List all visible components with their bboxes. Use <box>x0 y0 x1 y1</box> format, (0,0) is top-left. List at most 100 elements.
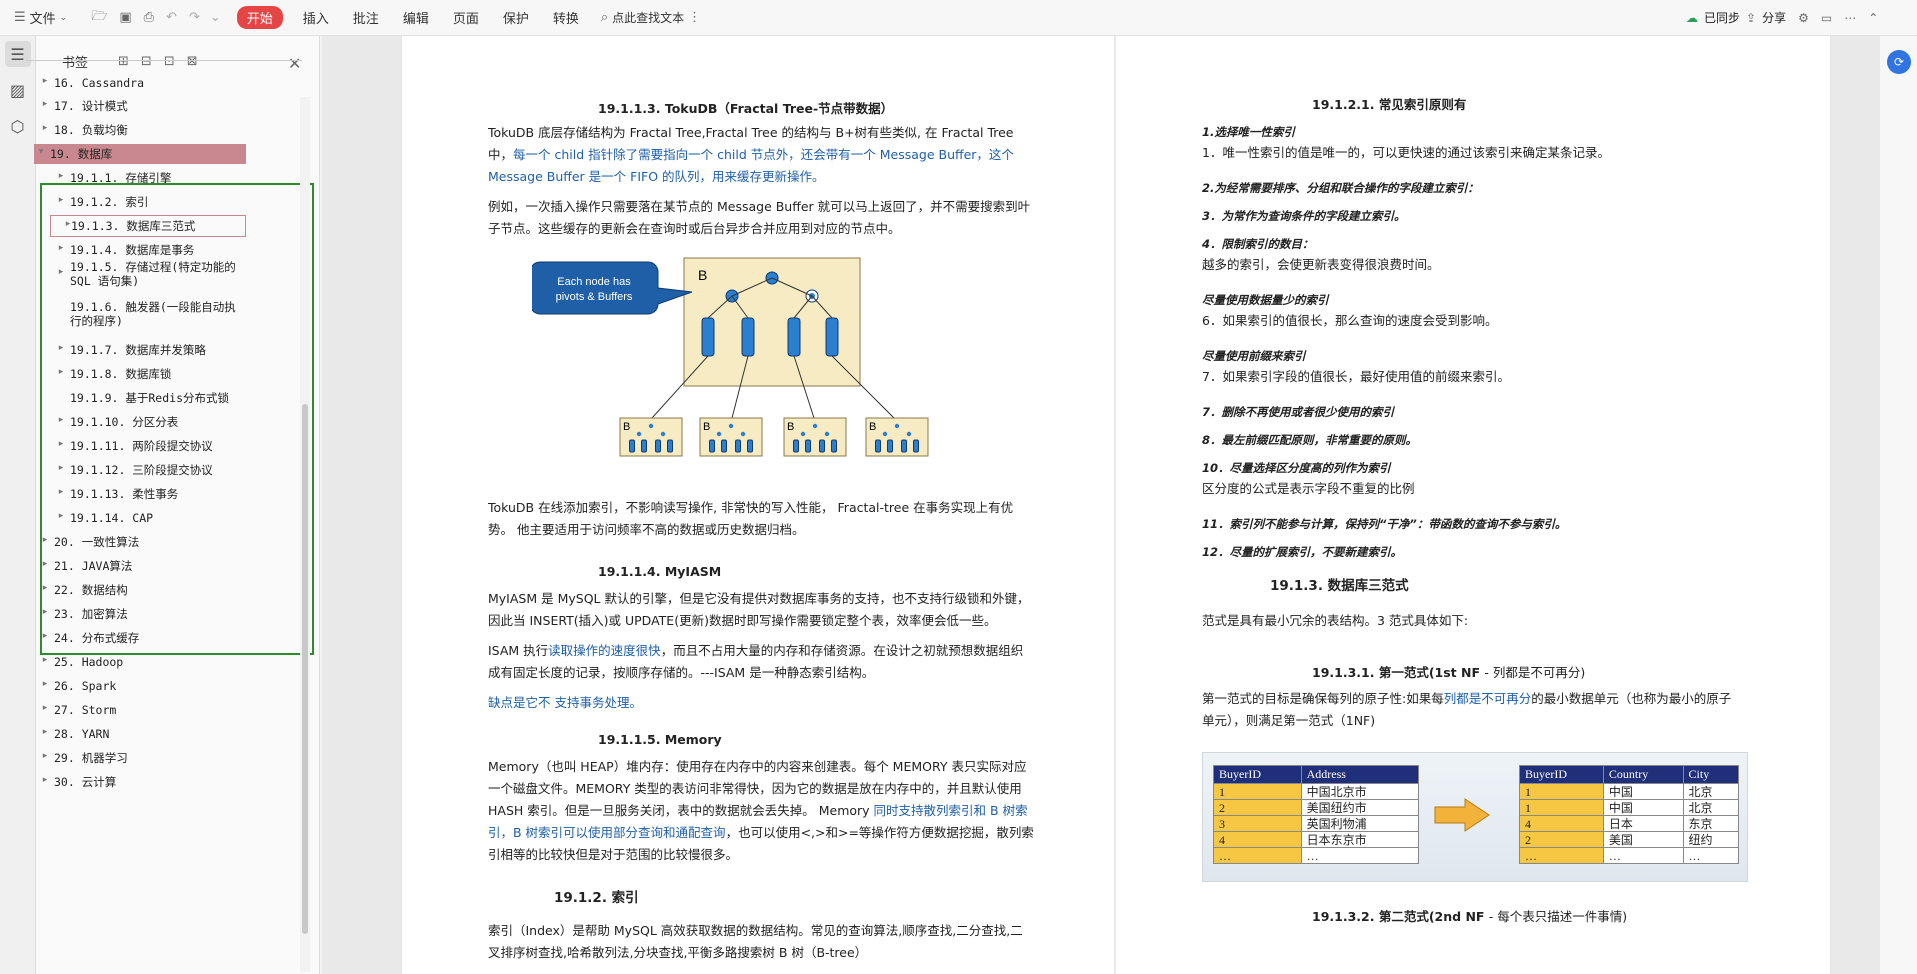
hamburger-icon: ☰ <box>14 10 26 25</box>
figure-B-label: B <box>698 267 707 283</box>
open-folder-icon[interactable]: 🗁 <box>91 7 107 29</box>
table-cell: 1 <box>1519 799 1604 816</box>
expand-arrow-icon[interactable]: ▸ <box>40 655 50 665</box>
leaf-pivot <box>894 423 900 429</box>
bookmark-item[interactable]: ▸ 30. 云计算 <box>26 772 272 801</box>
heading-1nf-sub: - 列都是不可再分) <box>1484 665 1586 680</box>
tab-start[interactable]: 开始 <box>236 6 283 29</box>
para-1nf-2: 单元），则满足第一范式（1NF) <box>1202 713 1376 728</box>
table-cell: 美国纽约市 <box>1300 799 1420 816</box>
leaf-buffer <box>875 439 881 453</box>
rule-4: 4．限制索引的数目： <box>1202 237 1314 251</box>
tab-protect[interactable]: 保护 <box>503 8 529 27</box>
more-icon[interactable]: ⌄ <box>210 10 221 25</box>
more-icon[interactable]: ⋯ <box>1844 11 1856 25</box>
print-icon[interactable]: ⎙ <box>144 10 154 25</box>
file-menu-label: 文件 <box>29 12 56 27</box>
table-header-cell: Address <box>1300 765 1420 784</box>
para-index-1: 索引（Index）是帮助 MySQL 高效获取数据的数据结构。常见的查询算法,顺… <box>488 923 1023 938</box>
heading-normal-forms: 19.1.3. 数据库三范式 <box>1270 578 1409 594</box>
comment-icon[interactable]: ▭ <box>1821 11 1832 25</box>
table-cell: 北京 <box>1682 799 1740 816</box>
heading-1nf: 19.1.3.1. 第一范式(1st NF - 列都是不可再分) <box>1312 662 1585 683</box>
rule-6: 尽量使用前缀来索引 <box>1202 349 1306 363</box>
para-highlight: 每一个 child 指针除了需要指向一个 child 节点外，还会带有一个 Me… <box>513 147 1014 162</box>
table-cell: 纽约 <box>1682 831 1740 848</box>
file-menu[interactable]: ☰ 文件 ⌄ <box>14 8 67 27</box>
1nf-figure: BuyerID Address 1 中国北京市 2 美国纽约市 3 英国利物浦 4 日本东京市……… <box>1202 752 1748 882</box>
expand-arrow-icon[interactable]: ▸ <box>40 727 50 737</box>
bookmark-label: 25. Hadoop <box>54 655 124 669</box>
tab-comment[interactable]: 批注 <box>353 8 379 27</box>
para-text: 的最小数据单元（也称为最小的原子 <box>1531 691 1732 706</box>
expand-arrow-icon[interactable]: ▸ <box>40 76 50 86</box>
leaf-pivot <box>728 423 734 429</box>
table-before: BuyerID Address 1 中国北京市 2 美国纽约市 3 英国利物浦 4 日本东京市…… <box>1213 765 1420 864</box>
panel-scrollbar-thumb[interactable] <box>302 404 308 934</box>
rule-12: 12．尽量的扩展索引，不要新建索引。 <box>1202 545 1403 559</box>
table-cell: 日本东京市 <box>1300 831 1420 848</box>
expand-arrow-icon[interactable]: ▸ <box>40 775 50 785</box>
arrow-right-icon <box>1434 798 1490 832</box>
table-cell: 东京 <box>1682 815 1740 832</box>
rule-5: 尽量使用数据量少的索引 <box>1202 293 1329 307</box>
para-memory-4: 引，B 树索引可以使用部分查询和通配查询，也可以使用<,>和>=等操作符方便数据… <box>488 822 1034 843</box>
save-icon[interactable]: ▣ <box>119 10 131 25</box>
leaf-buffer <box>887 439 893 453</box>
rule-6-text: 7．如果索引字段的值很长，最好使用值的前缀来索引。 <box>1202 369 1510 384</box>
rule-5-text: 6．如果索引的值很长，那么查询的速度会受到影响。 <box>1202 313 1498 328</box>
para-myisam-1: MyIASM 是 MySQL 默认的引擎，但是它没有提供对数据库事务的支持，也不… <box>488 591 1030 606</box>
figure-callout: Each node has <box>557 276 631 288</box>
bookmark-item[interactable]: ▾ 19. 数据库 <box>34 144 246 164</box>
expand-arrow-icon[interactable]: ▸ <box>40 123 50 133</box>
sync-status[interactable]: 已同步 <box>1704 9 1740 26</box>
expand-arrow-icon[interactable]: ▸ <box>56 171 66 181</box>
settings-icon[interactable]: ⚙ <box>1798 11 1809 25</box>
heading-1nf-main: 19.1.3.1. 第一范式(1st NF <box>1312 665 1485 680</box>
para-index-2: 叉排序树查找,哈希散列法,分块查找,平衡多路搜索树 B 树（B-tree） <box>488 945 868 960</box>
search-box[interactable]: ⌕ 点此查找文本 ⋮ <box>601 9 701 26</box>
table-row: …… <box>1213 847 1420 864</box>
tab-insert[interactable]: 插入 <box>303 8 329 27</box>
bookmark-label: 29. 机器学习 <box>54 751 128 765</box>
table-cell: 4 <box>1213 831 1302 848</box>
para-tokudb-7: 势。 他主要适用于访问频率不高的数据或历史数据归档。 <box>488 522 805 537</box>
kebab-icon[interactable]: ⋮ <box>688 10 701 25</box>
table-after: BuyerID Country City 1 中国 北京 1 中国 北京 4 日本 东京 2 美国 纽约……… <box>1519 765 1740 864</box>
expand-arrow-icon[interactable]: ▸ <box>40 99 50 109</box>
rule-3: 3．为常作为查询条件的字段建立索引。 <box>1202 209 1406 223</box>
leaf-pivot <box>882 431 888 437</box>
leaf-buffer <box>819 439 825 453</box>
collapse-icon[interactable]: ⌃ <box>1868 11 1878 25</box>
para-tokudb-2: 中，每一个 child 指针除了需要指向一个 child 节点外，还会带有一个 … <box>488 144 1014 165</box>
undo-icon[interactable]: ↶ <box>166 10 177 25</box>
para-tokudb-3: Message Buffer 是一个 FIFO 的队列，用来缓存更新操作。 <box>488 169 825 184</box>
tab-convert[interactable]: 转换 <box>553 8 579 27</box>
expand-arrow-icon[interactable]: ▸ <box>40 703 50 713</box>
table-header-cell: Country <box>1602 765 1684 784</box>
expand-arrow-icon[interactable]: ▸ <box>40 679 50 689</box>
leaf-pivot <box>824 431 830 437</box>
redo-icon[interactable]: ↷ <box>189 10 200 25</box>
tab-edit[interactable]: 编辑 <box>403 8 429 27</box>
leaf-pivot <box>812 423 818 429</box>
para-memory-1: Memory（也叫 HEAP）堆内存：使用存在内存中的内容来创建表。每个 MEM… <box>488 759 1027 774</box>
collapse-arrow-icon[interactable]: ▾ <box>36 147 46 157</box>
para-myisam-4: 成有固定长度的记录，按顺序存储的。---ISAM 是一种静态索引结构。 <box>488 665 875 680</box>
rule-7: 7．删除不再使用或者很少使用的索引 <box>1202 405 1394 419</box>
share-button[interactable]: 分享 <box>1762 9 1786 26</box>
bookmark-label: 28. YARN <box>54 727 110 741</box>
rule-4-text: 越多的索引，会使更新表变得很浪费时间。 <box>1202 257 1440 272</box>
leaf-buffer <box>709 439 715 453</box>
assistant-icon[interactable]: ⟳ <box>1887 50 1911 74</box>
tab-page[interactable]: 页面 <box>453 8 479 27</box>
para-text: 第一范式的目标是确保每列的原子性:如果每 <box>1202 691 1444 706</box>
bookmark-label: 16. Cassandra <box>54 76 145 90</box>
expand-arrow-icon[interactable]: ▸ <box>40 751 50 761</box>
leaf-buffer <box>805 439 811 453</box>
para-text: ，也可以使用<,>和>=等操作符方便数据挖掘，散列索 <box>725 825 1034 840</box>
leaf-buffer <box>641 439 647 453</box>
leaf-buffer <box>721 439 727 453</box>
heading-2nf-main: 19.1.3.2. 第二范式(2nd NF <box>1312 909 1489 924</box>
table-row: 4 日本 东京 <box>1519 815 1740 832</box>
